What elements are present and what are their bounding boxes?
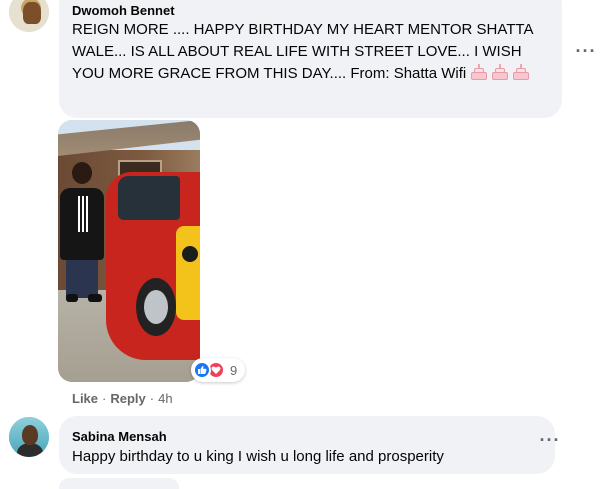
avatar[interactable] [9, 417, 49, 457]
separator: · [149, 391, 155, 406]
separator: · [102, 391, 107, 406]
comment-text: REIGN MORE .... HAPPY BIRTHDAY MY HEART … [72, 19, 552, 85]
reaction-count: 9 [230, 362, 238, 378]
like-link[interactable]: Like [72, 391, 98, 406]
more-options-button[interactable]: ··· [536, 431, 564, 454]
comment-text-content: REIGN MORE .... HAPPY BIRTHDAY MY HEART … [72, 21, 537, 82]
more-options-button[interactable]: ··· [572, 42, 600, 65]
comment-actions: Like · Reply · 4h [72, 391, 173, 406]
reaction-summary[interactable]: 9 [191, 358, 246, 382]
comment-author[interactable]: Sabina Mensah [72, 429, 167, 444]
comment-photo[interactable] [58, 120, 200, 382]
comment-author[interactable]: Dwomoh Bennet [72, 3, 175, 18]
reply-link[interactable]: Reply [110, 391, 145, 406]
timestamp-link[interactable]: 4h [158, 391, 172, 406]
like-icon [193, 361, 211, 379]
avatar[interactable] [9, 0, 49, 32]
birthday-cake-icon [491, 64, 509, 81]
birthday-cake-icon [470, 64, 488, 81]
emoji-group [470, 63, 533, 85]
birthday-cake-icon [512, 64, 530, 81]
comment-text: Happy birthday to u king I wish u long l… [72, 448, 444, 465]
next-comment-preview [59, 478, 179, 489]
